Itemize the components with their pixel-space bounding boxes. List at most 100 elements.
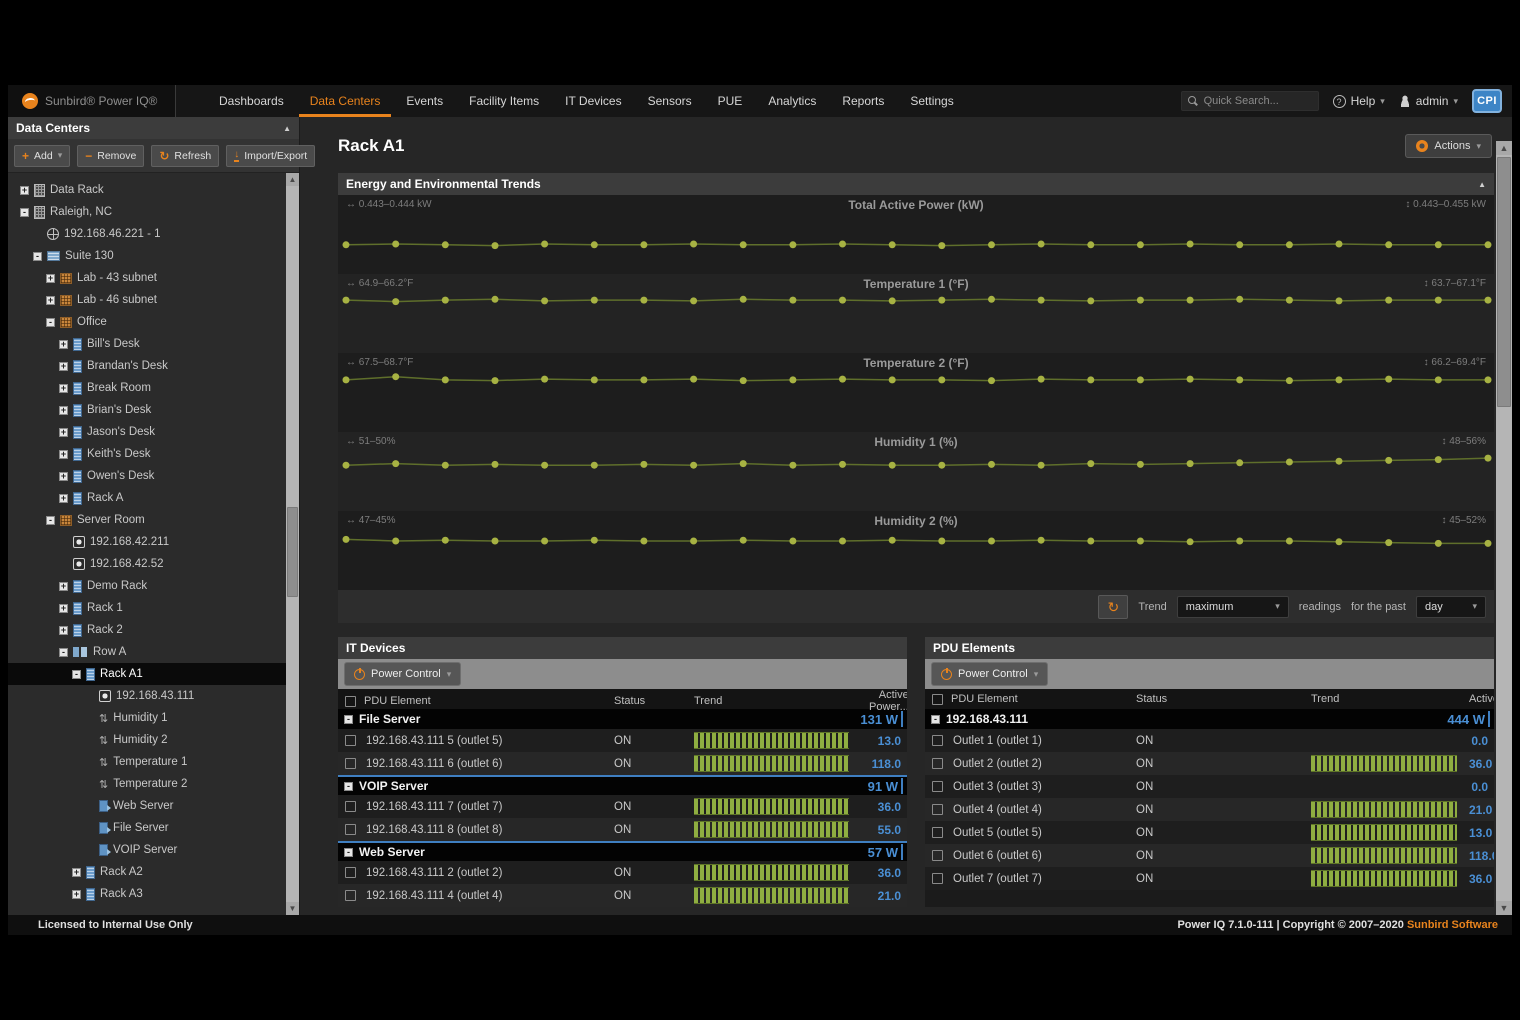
sidebar-item-lab-43-subnet[interactable]: +Lab - 43 subnet: [8, 267, 286, 289]
table-row[interactable]: 192.168.43.111 5 (outlet 5)ON13.0: [338, 729, 907, 752]
expand-icon[interactable]: +: [59, 494, 68, 503]
nav-item-pue[interactable]: PUE: [705, 85, 756, 117]
collapse-icon[interactable]: -: [20, 208, 29, 217]
row-checkbox[interactable]: [932, 873, 943, 884]
row-checkbox[interactable]: [932, 735, 943, 746]
sidebar-item-humidity-2[interactable]: Humidity 2: [8, 729, 286, 751]
sidebar-item-temperature-1[interactable]: Temperature 1: [8, 751, 286, 773]
table-row[interactable]: 192.168.43.111 7 (outlet 7)ON36.0: [338, 795, 907, 818]
collapse-icon[interactable]: -: [33, 252, 42, 261]
sidebar-item-demo-rack[interactable]: +Demo Rack: [8, 575, 286, 597]
table-row[interactable]: Outlet 3 (outlet 3)ON0.0: [925, 775, 1494, 798]
collapse-icon[interactable]: -: [344, 782, 353, 791]
group-row-voip-server[interactable]: -VOIP Server91 W: [338, 775, 907, 795]
sidebar-item-rack-2[interactable]: +Rack 2: [8, 619, 286, 641]
table-row[interactable]: Outlet 7 (outlet 7)ON36.0: [925, 867, 1494, 890]
table-row[interactable]: 192.168.43.111 6 (outlet 6)ON118.0: [338, 752, 907, 775]
select-all-checkbox[interactable]: [345, 696, 356, 707]
sidebar-item-lab-46-subnet[interactable]: +Lab - 46 subnet: [8, 289, 286, 311]
collapse-up-icon[interactable]: ▲: [283, 124, 291, 133]
sidebar-item-break-room[interactable]: +Break Room: [8, 377, 286, 399]
sidebar-item-192-168-43-111[interactable]: 192.168.43.111: [8, 685, 286, 707]
nav-item-data-centers[interactable]: Data Centers: [297, 85, 394, 117]
brand[interactable]: Sunbird® Power IQ®: [8, 85, 176, 117]
sidebar-item-rack-a3[interactable]: +Rack A3: [8, 883, 286, 905]
expand-icon[interactable]: +: [46, 274, 55, 283]
actions-button[interactable]: Actions ▾: [1405, 134, 1492, 158]
expand-icon[interactable]: +: [20, 186, 29, 195]
nav-item-it-devices[interactable]: IT Devices: [552, 85, 634, 117]
scroll-down-icon[interactable]: ▼: [1496, 901, 1512, 915]
expand-icon[interactable]: +: [46, 296, 55, 305]
help-menu[interactable]: ? Help ▾: [1333, 94, 1385, 108]
expand-icon[interactable]: +: [59, 582, 68, 591]
sidebar-item-server-room[interactable]: -Server Room: [8, 509, 286, 531]
row-checkbox[interactable]: [932, 804, 943, 815]
table-row[interactable]: Outlet 6 (outlet 6)ON118.0: [925, 844, 1494, 867]
sidebar-item-temperature-2[interactable]: Temperature 2: [8, 773, 286, 795]
table-row[interactable]: 192.168.43.111 2 (outlet 2)ON36.0: [338, 861, 907, 884]
expand-icon[interactable]: +: [72, 890, 81, 899]
expand-icon[interactable]: +: [59, 428, 68, 437]
group-row-web-server[interactable]: -Web Server57 W: [338, 841, 907, 861]
row-checkbox[interactable]: [932, 850, 943, 861]
row-checkbox[interactable]: [932, 758, 943, 769]
sidebar-item-file-server[interactable]: File Server: [8, 817, 286, 839]
scroll-up-icon[interactable]: ▲: [286, 173, 299, 186]
sidebar-item-data-rack[interactable]: +Data Rack: [8, 179, 286, 201]
power-control-button[interactable]: Power Control ▾: [931, 662, 1048, 686]
row-checkbox[interactable]: [345, 758, 356, 769]
table-row[interactable]: 192.168.43.111 4 (outlet 4)ON21.0: [338, 884, 907, 907]
sidebar-item-192-168-42-52[interactable]: 192.168.42.52: [8, 553, 286, 575]
search-box[interactable]: [1181, 91, 1319, 111]
sidebar-item-192-168-42-211[interactable]: 192.168.42.211: [8, 531, 286, 553]
nav-item-dashboards[interactable]: Dashboards: [206, 85, 297, 117]
sidebar-item-bill-s-desk[interactable]: +Bill's Desk: [8, 333, 286, 355]
sidebar-item-brian-s-desk[interactable]: +Brian's Desk: [8, 399, 286, 421]
collapse-icon[interactable]: -: [344, 848, 353, 857]
nav-item-reports[interactable]: Reports: [829, 85, 897, 117]
sidebar-scrollbar[interactable]: ▲ ▼: [286, 173, 299, 915]
expand-icon[interactable]: +: [59, 340, 68, 349]
nav-item-events[interactable]: Events: [393, 85, 456, 117]
table-row[interactable]: Outlet 5 (outlet 5)ON13.0: [925, 821, 1494, 844]
row-checkbox[interactable]: [345, 867, 356, 878]
sidebar-item-rack-a1[interactable]: -Rack A1: [8, 663, 286, 685]
sidebar-item-jason-s-desk[interactable]: +Jason's Desk: [8, 421, 286, 443]
sidebar-item-brandan-s-desk[interactable]: +Brandan's Desk: [8, 355, 286, 377]
expand-icon[interactable]: +: [59, 626, 68, 635]
trend-type-select[interactable]: maximum ▾: [1177, 596, 1289, 618]
sidebar-item-192-168-46-221-1[interactable]: 192.168.46.221 - 1: [8, 223, 286, 245]
user-menu[interactable]: admin ▾: [1399, 94, 1458, 108]
nav-item-settings[interactable]: Settings: [897, 85, 966, 117]
collapse-icon[interactable]: -: [344, 715, 353, 724]
expand-icon[interactable]: +: [59, 406, 68, 415]
scrollbar-thumb[interactable]: [287, 507, 298, 597]
scroll-up-icon[interactable]: ▲: [1496, 141, 1512, 155]
sidebar-item-voip-server[interactable]: VOIP Server: [8, 839, 286, 861]
collapse-icon[interactable]: -: [46, 318, 55, 327]
scroll-down-icon[interactable]: ▼: [286, 902, 299, 915]
search-input[interactable]: [1204, 95, 1312, 107]
group-row-192-168-43-111[interactable]: -192.168.43.111444 W: [925, 709, 1494, 729]
collapse-icon[interactable]: -: [931, 715, 940, 724]
nav-item-analytics[interactable]: Analytics: [755, 85, 829, 117]
sidebar-item-raleigh-nc[interactable]: -Raleigh, NC: [8, 201, 286, 223]
table-row[interactable]: Outlet 1 (outlet 1)ON0.0: [925, 729, 1494, 752]
sidebar-item-owen-s-desk[interactable]: +Owen's Desk: [8, 465, 286, 487]
sunbird-software-link[interactable]: Sunbird Software: [1407, 919, 1498, 931]
collapse-icon[interactable]: -: [59, 648, 68, 657]
row-checkbox[interactable]: [345, 824, 356, 835]
row-checkbox[interactable]: [345, 801, 356, 812]
time-range-select[interactable]: day ▾: [1416, 596, 1486, 618]
power-control-button[interactable]: Power Control ▾: [344, 662, 461, 686]
sidebar-item-web-server[interactable]: Web Server: [8, 795, 286, 817]
table-row[interactable]: 192.168.43.111 8 (outlet 8)ON55.0: [338, 818, 907, 841]
expand-icon[interactable]: +: [59, 604, 68, 613]
expand-icon[interactable]: +: [59, 362, 68, 371]
table-row[interactable]: Outlet 4 (outlet 4)ON21.0: [925, 798, 1494, 821]
row-checkbox[interactable]: [345, 890, 356, 901]
group-row-file-server[interactable]: -File Server131 W: [338, 709, 907, 729]
sidebar-item-keith-s-desk[interactable]: +Keith's Desk: [8, 443, 286, 465]
sidebar-item-suite-130[interactable]: -Suite 130: [8, 245, 286, 267]
